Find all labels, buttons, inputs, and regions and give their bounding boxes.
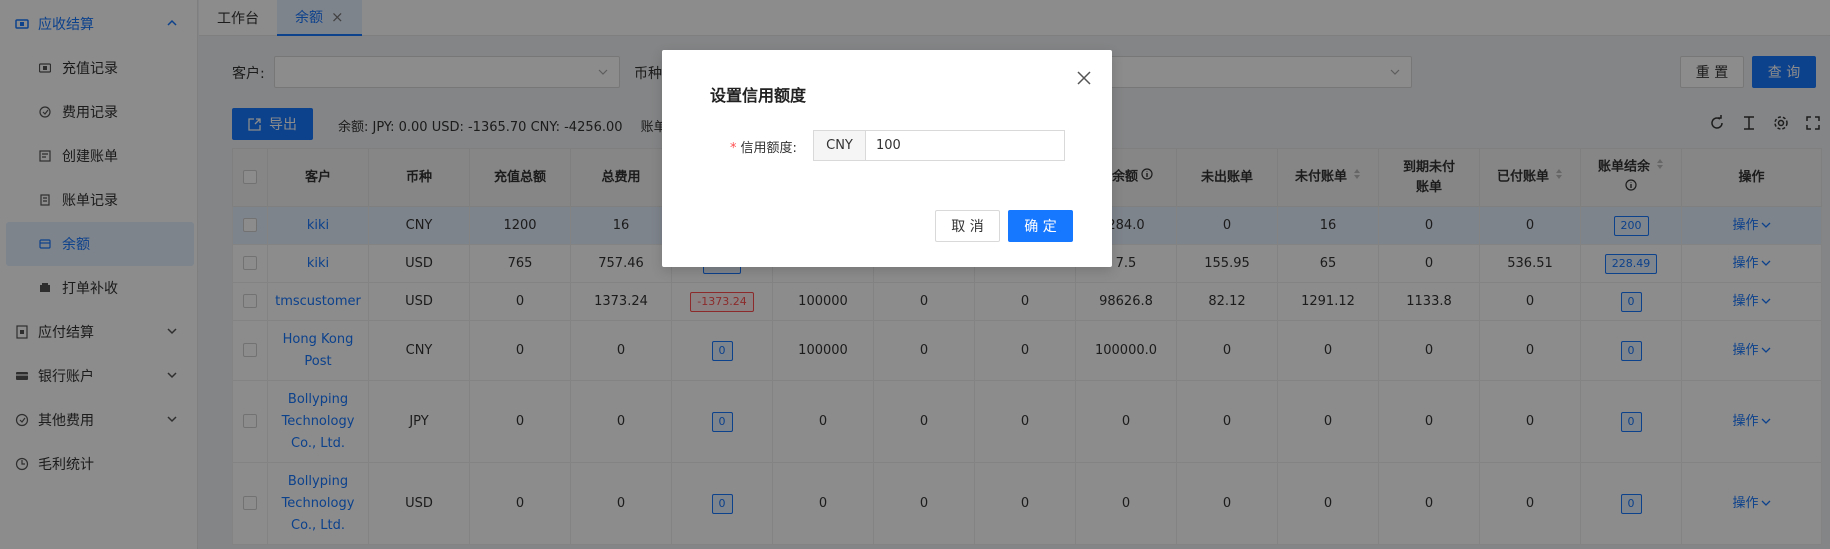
close-icon[interactable] xyxy=(1074,68,1094,88)
credit-limit-label: * 信用额度: xyxy=(730,137,797,156)
cancel-button[interactable]: 取 消 xyxy=(935,210,1000,242)
currency-addon: CNY xyxy=(813,130,865,161)
modal-title: 设置信用额度 xyxy=(710,86,807,105)
required-mark: * xyxy=(730,141,737,156)
credit-limit-label-text: 信用额度: xyxy=(740,141,797,156)
credit-limit-modal: 设置信用额度 *信用额度: CNY 取 消 确 定 xyxy=(662,50,1112,267)
credit-limit-input[interactable] xyxy=(865,130,1065,161)
confirm-button[interactable]: 确 定 xyxy=(1008,210,1073,242)
